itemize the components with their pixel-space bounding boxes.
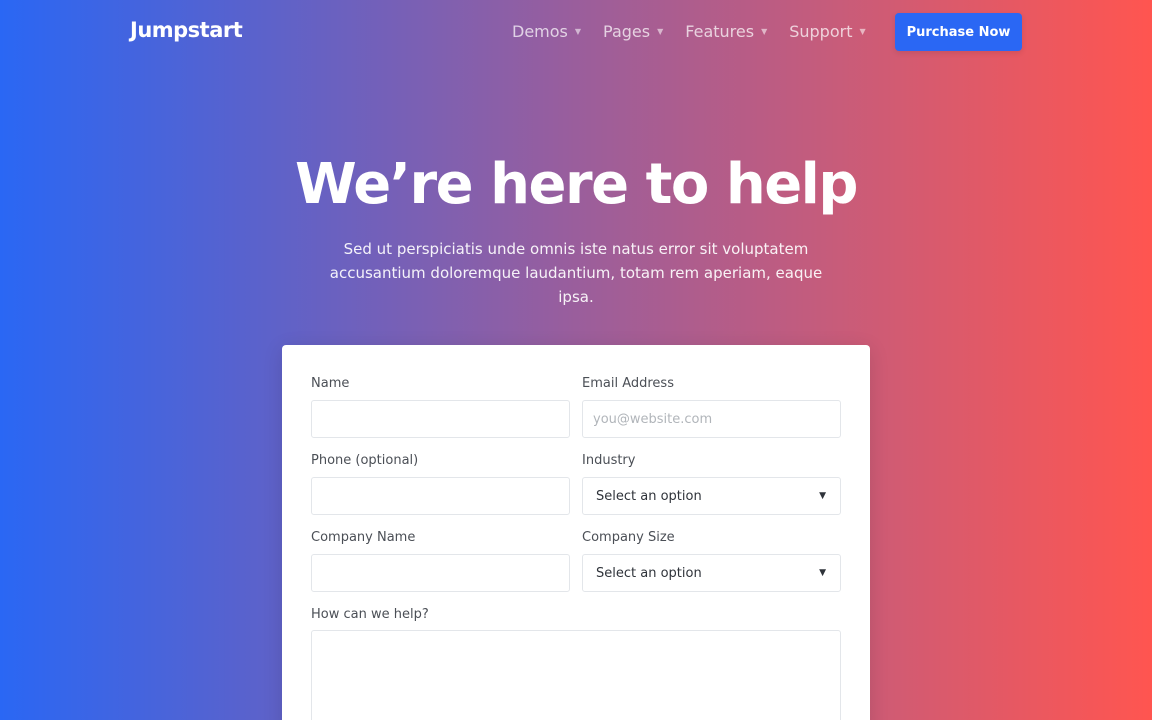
caret-down-icon: ▼ — [574, 27, 582, 36]
industry-label: Industry — [582, 453, 636, 468]
caret-down-icon: ▼ — [761, 27, 768, 36]
email-input[interactable] — [582, 400, 841, 438]
menu-item-label: Pages — [603, 22, 651, 41]
industry-selected-value: Select an option — [596, 488, 702, 504]
menu-item-features[interactable]: Features ▼ — [685, 22, 767, 41]
caret-down-icon: ▼ — [657, 27, 664, 36]
menu-item-label: Support — [789, 22, 853, 41]
menu-item-pages[interactable]: Pages ▼ — [603, 22, 663, 41]
hero-title: We’re here to help — [295, 152, 858, 217]
email-label: Email Address — [582, 376, 674, 391]
company-name-label: Company Name — [311, 530, 416, 545]
caret-down-icon: ▼ — [859, 27, 866, 36]
menu-item-label: Features — [685, 22, 755, 41]
contact-form-card: Name Email Address Phone (optional) Indu… — [282, 345, 870, 720]
menu-item-label: Demos — [512, 22, 568, 41]
company-size-select[interactable]: Select an option ▼ — [582, 554, 841, 592]
triangle-down-icon: ▼ — [819, 568, 826, 578]
top-nav: Jumpstart Demos ▼ Pages ▼ Features ▼ Sup… — [0, 0, 1152, 64]
company-name-input[interactable] — [311, 554, 570, 592]
purchase-now-button[interactable]: Purchase Now — [895, 13, 1022, 51]
company-size-selected-value: Select an option — [596, 565, 702, 581]
name-input[interactable] — [311, 400, 570, 438]
industry-select[interactable]: Select an option ▼ — [582, 477, 841, 515]
message-textarea[interactable] — [311, 630, 841, 720]
menu-item-demos[interactable]: Demos ▼ — [512, 22, 581, 41]
hero-subtitle: Sed ut perspiciatis unde omnis iste natu… — [329, 240, 823, 306]
main-menu: Demos ▼ Pages ▼ Features ▼ Support ▼ — [512, 22, 888, 41]
phone-label: Phone (optional) — [311, 453, 419, 468]
phone-input[interactable] — [311, 477, 570, 515]
message-label: How can we help? — [311, 607, 429, 622]
name-label: Name — [311, 376, 350, 391]
brand-logo[interactable]: Jumpstart — [130, 18, 243, 42]
menu-item-support[interactable]: Support ▼ — [789, 22, 865, 41]
triangle-down-icon: ▼ — [819, 491, 826, 501]
company-size-label: Company Size — [582, 530, 675, 545]
